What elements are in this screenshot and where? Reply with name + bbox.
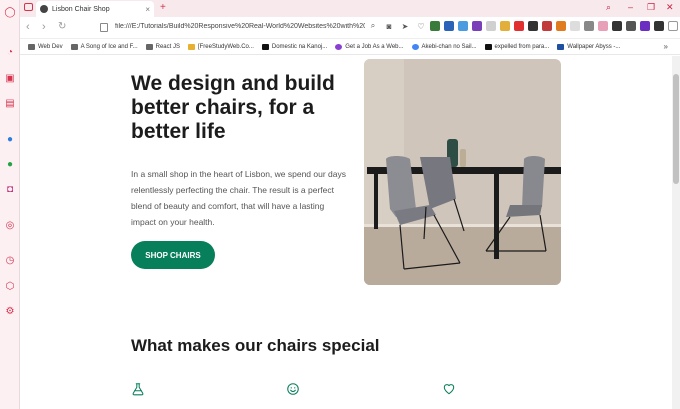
folder-icon: [145, 43, 153, 50]
extension-icon[interactable]: [444, 21, 454, 31]
close-window-icon[interactable]: ✕: [666, 2, 674, 13]
player-icon[interactable]: ◎: [4, 219, 16, 231]
send-icon[interactable]: ➤: [400, 21, 410, 31]
tab-bar: Lisbon Chair Shop × + ⌕ – ❐ ✕: [20, 0, 680, 17]
section-title: What makes our chairs special: [131, 336, 380, 355]
bookmark-item[interactable]: [FreeStudyWeb.Co...: [187, 43, 254, 50]
folder-icon: [70, 43, 78, 50]
extension-icon[interactable]: [584, 21, 594, 31]
minimize-icon[interactable]: –: [628, 2, 633, 12]
bookmark-item[interactable]: Web Dev: [28, 43, 63, 50]
speed-dial-icon[interactable]: ◔: [4, 46, 16, 58]
scrollbar-thumb[interactable]: [673, 74, 679, 184]
page-scrollbar[interactable]: [672, 56, 680, 409]
bookmarks-bar: Web Dev A Song of Ice and F... React JS …: [20, 39, 680, 55]
maximize-icon[interactable]: ❐: [647, 2, 655, 13]
bookmark-item[interactable]: Domestic na Kanoj...: [261, 43, 327, 50]
forward-icon[interactable]: ›: [42, 21, 46, 33]
bookmark-item[interactable]: A Song of Ice and F...: [70, 43, 138, 50]
smile-icon: [287, 383, 299, 395]
tab-menu-icon[interactable]: [24, 3, 33, 11]
address-tools: ⌕ ◙ ➤ ♡: [368, 21, 426, 31]
opera-extension-icon[interactable]: [514, 21, 524, 31]
extension-icon[interactable]: [640, 21, 650, 31]
metamask-icon[interactable]: [556, 21, 566, 31]
extension-icon[interactable]: [570, 21, 580, 31]
extension-icon[interactable]: [458, 21, 468, 31]
extension-icon[interactable]: [430, 21, 440, 31]
new-tab-icon[interactable]: +: [160, 2, 166, 13]
folder-icon: [28, 43, 35, 50]
shop-icon[interactable]: ▣: [4, 72, 16, 84]
shop-chairs-button[interactable]: SHOP CHAIRS: [131, 241, 215, 269]
extension-icon[interactable]: [486, 21, 496, 31]
address-bar: ‹ › ↻ file:///E:/Tutorials/Build%20Respo…: [20, 17, 680, 39]
extension-icon[interactable]: [472, 21, 482, 31]
camera-icon[interactable]: ◙: [384, 21, 394, 31]
extension-icon[interactable]: [542, 21, 552, 31]
profile-icon[interactable]: [668, 21, 678, 31]
history-icon[interactable]: ◷: [4, 254, 16, 266]
file-icon: [100, 23, 108, 32]
extension-icon[interactable]: [654, 21, 664, 31]
bookmark-item[interactable]: Akebi-chan no Sail...: [411, 43, 477, 50]
page-icon: [484, 43, 492, 50]
extension-icon[interactable]: [500, 21, 510, 31]
extension-icon[interactable]: [626, 21, 636, 31]
tab-title: Lisbon Chair Shop: [52, 5, 110, 13]
extensions-icon[interactable]: ⬡: [4, 280, 16, 292]
drive-icon: [187, 43, 195, 50]
hero-description: In a small shop in the heart of Lisbon, …: [131, 169, 346, 227]
extension-icon[interactable]: [612, 21, 622, 31]
whatsapp-icon[interactable]: ●: [4, 158, 16, 170]
bookmark-item[interactable]: React JS: [145, 43, 180, 50]
browser-sidebar: ◯ ◔ ▣ ▤ ● ● ◘ ◎ ◷ ⬡ ⚙: [0, 0, 20, 409]
messenger-icon[interactable]: ●: [4, 133, 16, 145]
wallpaper-icon: [557, 43, 565, 50]
bookmark-item[interactable]: Get a Job As a Web...: [335, 43, 404, 50]
hero-title: We design and build better chairs, for a…: [131, 72, 335, 143]
globe-icon: [40, 5, 48, 13]
page-icon: [261, 43, 269, 50]
heart-icon[interactable]: ♡: [416, 21, 426, 31]
url-input[interactable]: file:///E:/Tutorials/Build%20Responsive%…: [115, 23, 365, 30]
extension-icon[interactable]: [598, 21, 608, 31]
site-icon: [335, 43, 343, 50]
close-tab-icon[interactable]: ×: [145, 5, 150, 14]
bookmark-item[interactable]: expelled from para...: [484, 43, 549, 50]
more-bookmarks-icon[interactable]: »: [664, 42, 668, 51]
back-icon[interactable]: ‹: [26, 21, 30, 33]
extension-icon[interactable]: [528, 21, 538, 31]
google-icon: [411, 43, 419, 50]
instagram-icon[interactable]: ◘: [4, 183, 16, 195]
heart-icon: [443, 384, 455, 395]
twitch-icon[interactable]: ▤: [4, 97, 16, 109]
reload-icon[interactable]: ↻: [58, 21, 66, 32]
zoom-icon[interactable]: ⌕: [368, 21, 378, 31]
tab-lisbon-chair-shop[interactable]: Lisbon Chair Shop ×: [36, 1, 154, 17]
hero-image: [364, 59, 561, 285]
bookmark-item[interactable]: Wallpaper Abyss -...: [557, 43, 620, 50]
flask-icon: [132, 383, 144, 396]
settings-icon[interactable]: ⚙: [4, 305, 16, 317]
extensions-toolbar: [430, 21, 680, 31]
search-icon[interactable]: ⌕: [606, 2, 611, 13]
page-viewport: We design and build better chairs, for a…: [20, 56, 672, 409]
opera-logo-icon[interactable]: ◯: [4, 6, 16, 18]
